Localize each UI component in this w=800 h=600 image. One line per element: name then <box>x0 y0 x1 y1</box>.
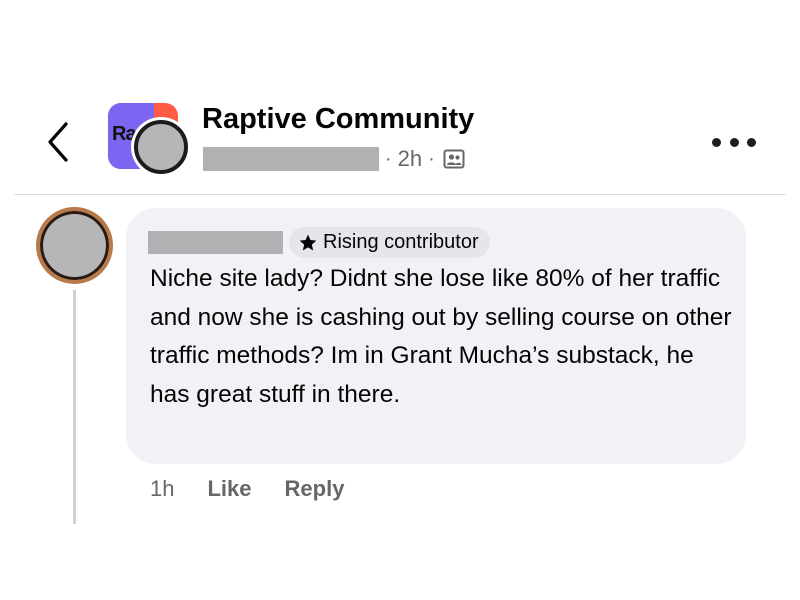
group-name[interactable]: Raptive Community <box>202 103 474 136</box>
header-divider <box>14 194 786 195</box>
commenter-avatar[interactable] <box>36 207 113 284</box>
more-horizontal-icon-dot <box>747 137 756 147</box>
members-audience-icon[interactable] <box>443 148 465 170</box>
redacted-poster-name <box>203 147 379 171</box>
back-button[interactable] <box>40 118 80 166</box>
poster-avatar[interactable] <box>134 120 188 174</box>
meta-separator: · <box>428 147 435 170</box>
more-horizontal-icon-dot <box>712 137 721 147</box>
like-button[interactable]: Like <box>207 476 251 502</box>
meta-separator: · <box>385 147 392 170</box>
comment-time[interactable]: 1h <box>150 476 174 502</box>
post-meta: · 2h · <box>203 145 465 173</box>
rising-contributor-badge[interactable]: Rising contributor <box>289 227 490 258</box>
comment-actions: 1h Like Reply <box>150 476 377 502</box>
reply-button[interactable]: Reply <box>285 476 345 502</box>
chevron-left-icon <box>48 122 68 162</box>
comment-text: Niche site lady? Didnt she lose like 80%… <box>150 265 732 408</box>
more-horizontal-icon-dot <box>729 137 739 147</box>
post-time[interactable]: 2h <box>398 146 422 172</box>
star-icon <box>299 234 317 250</box>
badge-label: Rising contributor <box>323 231 479 253</box>
thread-line <box>73 290 76 524</box>
more-options-button[interactable] <box>712 130 756 154</box>
redacted-commenter-name[interactable] <box>148 231 283 254</box>
